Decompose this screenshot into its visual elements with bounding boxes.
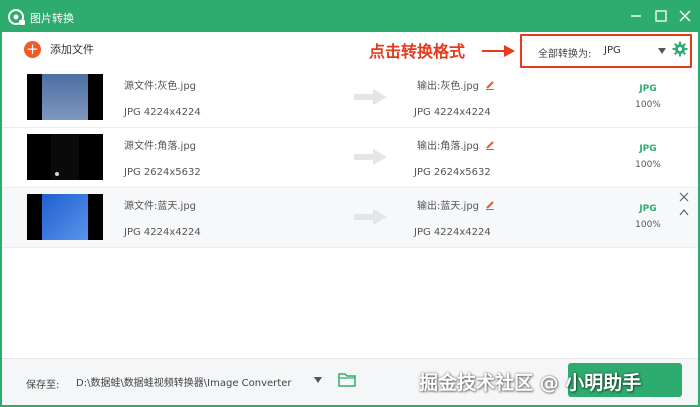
format-badge: JPG [639,204,657,214]
source-file-info: JPG 4224x4224 [124,107,201,118]
chevron-down-icon [658,48,666,54]
format-dropdown[interactable]: JPG [602,41,668,61]
file-row[interactable]: 源文件:蓝天.jpg JPG 4224x4224 输出:蓝天.jpg JPG 4… [2,188,698,248]
title-bar: 图片转换 [2,2,698,32]
convert-all-box: 全部转换为: JPG [520,34,692,68]
edit-pencil-icon[interactable] [485,200,495,210]
save-to-label: 保存至: [26,380,60,391]
edit-pencil-icon[interactable] [485,80,495,90]
source-file-name: 源文件:灰色.jpg [124,81,197,92]
thumbnail-image [27,134,103,180]
output-file-name: 输出:角落.jpg [417,137,495,152]
format-value: JPG [604,45,621,56]
maximize-icon[interactable] [652,7,670,25]
source-file-info: JPG 2624x5632 [124,167,201,178]
watermark-text: 掘金技术社区 @ 小明助手 [419,372,642,394]
file-row[interactable]: 源文件:灰色.jpg JPG 4224x4224 输出:灰色.jpg JPG 4… [2,68,698,128]
save-path-value: D:\数据蛙\数据蛙视频转换器\Image Converter [76,378,292,389]
chevron-down-icon [314,377,322,383]
app-logo-icon [8,9,25,25]
edit-pencil-icon[interactable] [485,140,495,150]
app-window: 图片转换 + 添加文件 点击转换格式 全部转换为: JPG 源文件:灰色.jpg… [0,0,700,407]
toolbar: + 添加文件 点击转换格式 全部转换为: JPG [2,32,698,68]
thumbnail-image [27,74,103,120]
arrow-right-icon [354,89,387,105]
app-title: 图片转换 [30,12,74,25]
thumbnail-image [27,194,103,240]
progress-percent: 100% [635,160,661,170]
file-list: 源文件:灰色.jpg JPG 4224x4224 输出:灰色.jpg JPG 4… [2,68,698,356]
output-file-info: JPG 4224x4224 [414,107,491,118]
minimize-icon[interactable] [627,7,645,25]
source-file-name: 源文件:角落.jpg [124,141,197,152]
arrow-right-icon [354,149,387,165]
progress-percent: 100% [635,100,661,110]
remove-file-icon[interactable] [679,192,689,202]
plus-icon: + [24,40,41,58]
save-path-dropdown[interactable]: D:\数据蛙\数据蛙视频转换器\Image Converter [70,370,330,390]
annotation-arrow-icon [482,45,515,57]
source-file-name: 源文件:蓝天.jpg [124,201,197,212]
annotation-text: 点击转换格式 [369,42,466,61]
folder-icon[interactable] [338,372,356,387]
output-file-info: JPG 4224x4224 [414,227,491,238]
add-file-button[interactable]: + 添加文件 [24,39,94,59]
add-file-label: 添加文件 [50,43,94,56]
format-badge: JPG [639,84,657,94]
bottom-bar: 保存至: D:\数据蛙\数据蛙视频转换器\Image Converter 掘金技… [2,358,698,405]
arrow-right-icon [354,209,387,225]
output-file-name: 输出:灰色.jpg [417,77,495,92]
format-badge: JPG [639,144,657,154]
output-file-info: JPG 2624x5632 [414,167,491,178]
close-icon[interactable] [676,7,694,25]
file-row[interactable]: 源文件:角落.jpg JPG 2624x5632 输出:角落.jpg JPG 2… [2,128,698,188]
progress-percent: 100% [635,220,661,230]
convert-all-label: 全部转换为: [538,49,592,60]
gear-icon[interactable] [672,41,688,57]
output-file-name: 输出:蓝天.jpg [417,197,495,212]
chevron-up-icon[interactable] [679,208,689,216]
source-file-info: JPG 4224x4224 [124,227,201,238]
